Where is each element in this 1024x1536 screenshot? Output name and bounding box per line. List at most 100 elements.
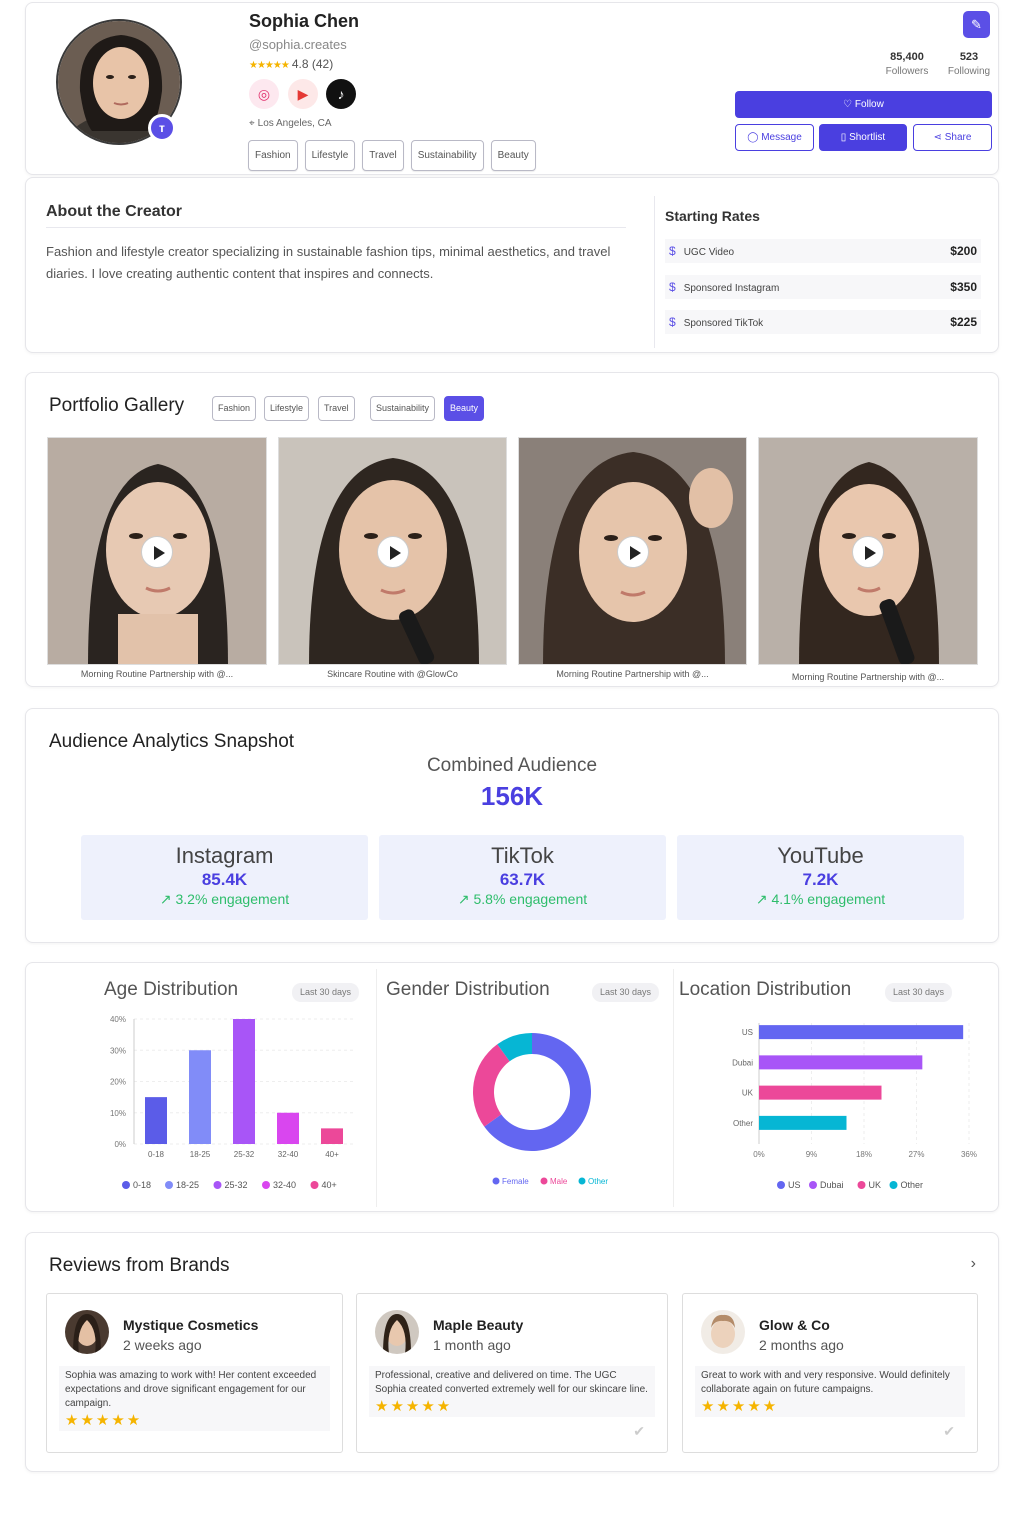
gallery-filter-tag[interactable]: Lifestyle: [264, 396, 310, 421]
followers-label: Followers: [885, 66, 929, 77]
review-time: 2 weeks ago: [123, 1337, 202, 1353]
message-label: Message: [761, 132, 802, 143]
portfolio-video-thumbnail[interactable]: [518, 437, 747, 665]
location-distribution-panel: Location Distribution Last 30 days 0% 9% 1…: [675, 963, 998, 1213]
divider: [376, 969, 377, 1207]
followers-stat: 85,400 Followers: [878, 51, 936, 77]
play-icon[interactable]: [616, 536, 649, 568]
platform-name: YouTube: [777, 843, 864, 868]
gallery-filter-tag[interactable]: Fashion: [212, 396, 257, 421]
chart-title: Age Distribution: [104, 979, 239, 1000]
trending-up-icon: ↗: [159, 891, 172, 907]
rate-price: $350: [950, 280, 977, 294]
x-tick-label: 36%: [961, 1150, 977, 1159]
legend-swatch: [165, 1181, 173, 1189]
gender-distribution-panel: Gender Distribution Last 30 days Female M…: [378, 963, 671, 1213]
rate-label: Sponsored Instagram: [683, 283, 780, 294]
rate-row: $ UGC Video $200: [665, 239, 981, 263]
location: ⌖ Los Angeles, CA: [249, 118, 332, 129]
dollar-icon: $: [669, 244, 676, 258]
bar: [145, 1097, 167, 1144]
bar: [759, 1025, 964, 1040]
following-stat: 523 Following: [942, 51, 996, 77]
message-button[interactable]: ◯ Message: [735, 124, 814, 151]
engagement-text: 4.1% engagement: [771, 891, 886, 907]
follow-button[interactable]: ♡ Follow: [735, 91, 992, 118]
share-button[interactable]: ⋖ Share: [913, 124, 992, 151]
chevron-right-icon[interactable]: ›: [971, 1255, 976, 1273]
bar: [277, 1112, 299, 1144]
distribution-charts-section: Age Distribution Last 30 days 0% 10% 20% 30…: [25, 962, 999, 1212]
review-body: Professional, creative and delivered on …: [369, 1366, 655, 1417]
niche-tag[interactable]: Travel: [362, 140, 404, 171]
chart-title: Gender Distribution: [386, 979, 550, 1000]
y-tick-label: US: [742, 1028, 753, 1037]
location-pin-icon: ⌖: [249, 118, 255, 129]
niche-tag[interactable]: Sustainability: [410, 140, 484, 171]
tiktok-icon[interactable]: ♪: [326, 79, 356, 109]
legend-label: Other: [588, 1177, 608, 1186]
star-rating-icon: ★★★★★: [701, 1398, 779, 1415]
youtube-icon[interactable]: ▶: [288, 79, 318, 109]
x-tick-label: 18-25: [190, 1150, 211, 1159]
review-brand: Maple Beauty: [433, 1317, 524, 1333]
platform-followers: 7.2K: [802, 870, 839, 889]
review-time: 1 month ago: [433, 1337, 511, 1353]
engagement-text: 5.8% engagement: [473, 891, 588, 907]
creator-rating: ★★★★★ 4.8 (42): [249, 57, 333, 71]
niche-tag[interactable]: Beauty: [490, 140, 536, 171]
period-badge: Last 30 days: [885, 983, 953, 1002]
platform-engagement: ↗ 5.8% engagement: [379, 891, 666, 908]
audience-analytics-section: Audience Analytics Snapshot Combined Aud…: [25, 708, 999, 943]
portfolio-video-thumbnail[interactable]: [47, 437, 267, 665]
play-icon[interactable]: [141, 536, 173, 568]
audience-title: Audience Analytics Snapshot: [49, 731, 295, 752]
play-icon[interactable]: [376, 536, 409, 568]
review-card: Mystique Cosmetics 2 weeks ago Sophia wa…: [46, 1293, 343, 1453]
legend-swatch: [310, 1181, 319, 1189]
verified-badge-icon: ᴛ: [148, 114, 176, 142]
checkmark-icon: ✔: [943, 1423, 955, 1439]
rate-row: $ Sponsored Instagram $350: [665, 275, 981, 299]
period-badge: Last 30 days: [292, 983, 360, 1002]
shortlist-button[interactable]: ▯ Shortlist: [819, 124, 907, 151]
instagram-icon[interactable]: ◎: [249, 79, 279, 109]
legend-label: 32-40: [273, 1180, 296, 1190]
follow-label: Follow: [854, 99, 884, 110]
portfolio-title: Portfolio Gallery: [49, 395, 185, 416]
edit-pencil-icon[interactable]: ✎: [963, 11, 990, 38]
legend-swatch: [122, 1181, 130, 1189]
x-tick-label: 25-32: [234, 1150, 255, 1159]
gallery-filter-tag-active[interactable]: Beauty: [444, 396, 485, 421]
platform-name: TikTok: [491, 843, 554, 868]
y-tick-label: 30%: [110, 1046, 126, 1055]
portfolio-video-thumbnail[interactable]: [278, 437, 507, 665]
dollar-icon: $: [669, 315, 676, 329]
platform-engagement: ↗ 3.2% engagement: [81, 891, 368, 908]
followers-count: 85,400: [890, 51, 924, 63]
rate-label: UGC Video: [683, 247, 735, 258]
review-body: Sophia was amazing to work with! Her con…: [59, 1366, 330, 1431]
chart-title: Location Distribution: [679, 979, 852, 1000]
y-tick-label: 10%: [110, 1109, 126, 1118]
thumbnail-caption: Morning Routine Partnership with @...: [80, 669, 234, 679]
dollar-icon: $: [669, 280, 676, 294]
about-text: Fashion and lifestyle creator specializi…: [46, 244, 611, 281]
review-brand: Glow & Co: [759, 1317, 830, 1333]
niche-tag[interactable]: Lifestyle: [304, 140, 356, 171]
rate-label: Sponsored TikTok: [683, 318, 764, 329]
bar: [759, 1115, 847, 1130]
platform-followers: 63.7K: [499, 870, 546, 889]
gallery-filter-tag[interactable]: Travel: [318, 396, 355, 421]
x-tick-label: 32-40: [278, 1150, 299, 1159]
play-icon[interactable]: [852, 536, 884, 568]
x-tick-label: 0-18: [148, 1150, 165, 1159]
x-tick-label: 9%: [806, 1150, 818, 1159]
gallery-filter-tag[interactable]: Sustainability: [370, 396, 436, 421]
platform-engagement: ↗ 4.1% engagement: [677, 891, 964, 908]
niche-tag[interactable]: Fashion: [248, 140, 298, 171]
legend-swatch: [809, 1181, 817, 1189]
creator-name: Sophia Chen: [249, 11, 360, 31]
portfolio-video-thumbnail[interactable]: [758, 437, 978, 665]
x-tick-label: 18%: [856, 1150, 872, 1159]
